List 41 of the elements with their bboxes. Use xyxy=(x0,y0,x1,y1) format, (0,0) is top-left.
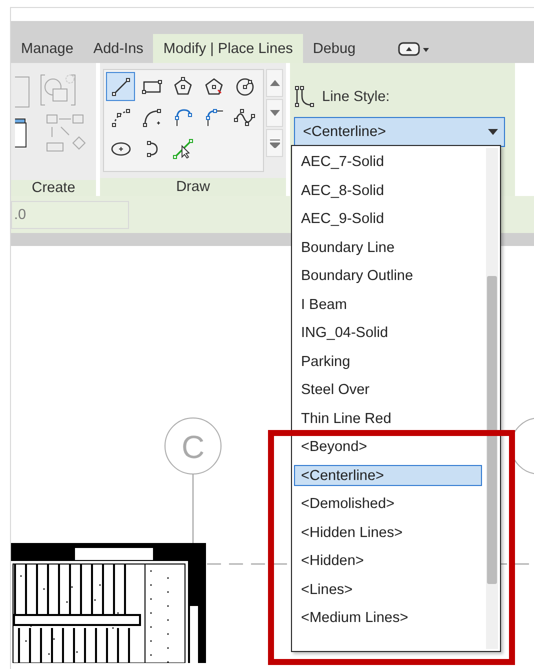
line-style-option[interactable]: <Demolished> xyxy=(294,494,482,515)
line-style-option[interactable]: <Centerline> xyxy=(294,465,482,486)
panel-label: Draw xyxy=(175,178,211,196)
line-style-option[interactable]: AEC_8-Solid xyxy=(294,180,482,202)
grid-bubble: C xyxy=(164,418,222,474)
line-style-label: Line Style: xyxy=(322,89,390,105)
arc-icon xyxy=(140,106,164,130)
line-style-option[interactable]: <Beyond> xyxy=(294,436,482,458)
line-style-option[interactable]: Steel Over xyxy=(294,380,482,401)
line-style-option[interactable]: AEC_9-Solid xyxy=(294,208,482,230)
line-tool[interactable] xyxy=(106,72,135,101)
line-style-option[interactable]: <Hidden Lines> xyxy=(294,522,482,544)
expand-icon xyxy=(270,138,280,148)
ribbon-tab[interactable]: Add-Ins xyxy=(83,34,154,63)
scroll-down-button[interactable] xyxy=(266,99,283,127)
line-style-option[interactable]: Thin Line Red xyxy=(294,408,482,430)
line-style-option[interactable]: I Beam xyxy=(294,294,482,316)
arc-icon xyxy=(109,106,133,130)
options-input-field[interactable]: .0 xyxy=(11,200,129,228)
line-style-option[interactable]: Boundary Line xyxy=(294,237,482,258)
line-style-dropdown[interactable]: <Centerline> xyxy=(294,117,505,147)
line-style-option[interactable]: <Hidden> xyxy=(294,550,482,572)
line-style-option[interactable]: <Medium Lines> xyxy=(294,608,482,629)
line-style-option[interactable]: AEC_7-Solid xyxy=(294,152,482,173)
line-style-option[interactable]: Parking xyxy=(294,351,482,372)
scrollbar[interactable] xyxy=(486,148,498,649)
line-style-option[interactable]: <Lines> xyxy=(294,579,482,600)
panel-label: Create xyxy=(30,180,76,196)
ribbon-tab[interactable]: Manage xyxy=(11,34,84,63)
dropdown-arrow-icon xyxy=(488,129,498,135)
up-arrow-icon xyxy=(270,80,280,86)
line-cursor-icon xyxy=(171,137,195,161)
ribbon-tab[interactable]: Debug xyxy=(302,34,366,63)
line-style-option[interactable]: ING_04-Solid xyxy=(294,322,482,344)
line-style-option[interactable]: Boundary Outline xyxy=(294,266,482,287)
panel-toggle-icon[interactable] xyxy=(398,40,430,56)
expand-gallery-button[interactable] xyxy=(266,129,283,157)
scroll-up-button[interactable] xyxy=(266,69,283,97)
down-arrow-icon xyxy=(270,110,280,116)
line-icon xyxy=(109,75,133,99)
ribbon-tab[interactable]: Modify | Place Lines xyxy=(153,34,303,63)
